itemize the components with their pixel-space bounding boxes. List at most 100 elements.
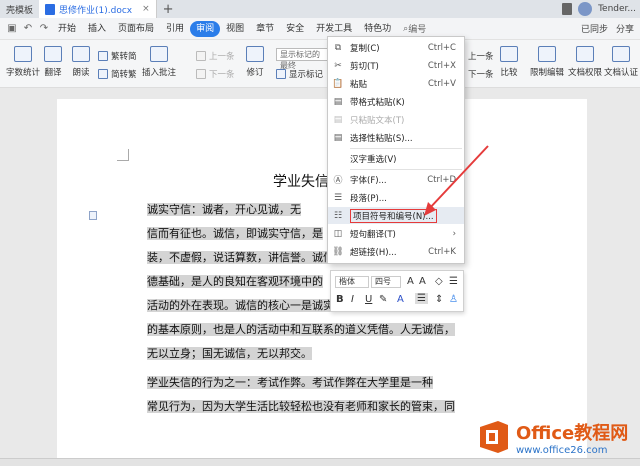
watermark: Office教程网 www.office26.com xyxy=(476,414,636,460)
para-1-line-6: 的基本原则，也是人的活动中和互联系的道义凭借。人无诚信， xyxy=(147,318,455,342)
new-tab-button[interactable]: + xyxy=(163,2,174,17)
tab-document[interactable]: 思修作业(1).docx × xyxy=(39,0,157,18)
user-name[interactable]: Tender... xyxy=(598,4,636,14)
revise-icon xyxy=(246,46,264,62)
size-select[interactable]: 四号 xyxy=(371,276,401,288)
tab-template[interactable]: 壳模板 xyxy=(0,0,39,18)
tab-template-label: 壳模板 xyxy=(6,5,34,16)
para-2-line-1: 学业失信的行为之一：考试作弊。考试作弊在大学里是一种 xyxy=(147,371,433,395)
simp-to-trad-button[interactable]: 简转繁 xyxy=(98,68,137,80)
word-count-button[interactable]: 字数统计 xyxy=(6,46,40,78)
font-select[interactable]: 楷体 xyxy=(335,276,369,288)
doc-rights-icon xyxy=(576,46,594,62)
word-count-label: 字数统计 xyxy=(6,68,41,78)
menu-view[interactable]: 视图 xyxy=(220,21,250,37)
trad-to-simp-button[interactable]: 繁转简 xyxy=(98,50,137,62)
underline-button[interactable]: U xyxy=(365,294,372,305)
compare-icon xyxy=(500,46,518,62)
menu-paste-label: 粘贴 xyxy=(350,79,368,90)
menu-copy[interactable]: ⧉ 复制(C) Ctrl+C xyxy=(328,39,464,56)
doc-cert-icon xyxy=(612,46,630,62)
cut-icon: ✂ xyxy=(334,60,342,71)
next-label: 下一条 xyxy=(209,70,235,80)
next-change-button[interactable]: 下一条 xyxy=(468,68,494,80)
paste-text-icon: ▤ xyxy=(333,114,343,125)
read-aloud-button[interactable]: 朗读 xyxy=(72,46,90,78)
doc-line: 学业失信的行为之一：考试作弊。考试作弊在大学里是一种 xyxy=(147,376,433,389)
menu-sections[interactable]: 章节 xyxy=(250,21,280,37)
paste-icon: 📋 xyxy=(332,78,344,89)
word-doc-icon xyxy=(45,3,56,15)
menu-short-translate[interactable]: ◫ 短句翻译(T) › xyxy=(328,225,464,242)
doc-rights-button[interactable]: 文档权限 xyxy=(568,46,602,78)
show-markup-label: 显示标记 xyxy=(289,70,324,80)
save-icon[interactable]: ▣ xyxy=(6,23,18,35)
insert-comment-button[interactable]: 插入批注 xyxy=(142,46,176,78)
watermark-title: Office教程网 xyxy=(516,422,629,444)
show-markup-button[interactable]: 显示标记 xyxy=(276,68,323,80)
doc-line: 信而有征也。诚信，即诚实守信，是 xyxy=(147,227,323,240)
read-aloud-label: 朗读 xyxy=(72,68,90,78)
menu-cut-label: 剪切(T) xyxy=(350,61,379,72)
markup-select-value: 显示标记的最终 xyxy=(280,50,320,70)
revise-button[interactable]: 修订 xyxy=(246,46,264,78)
prev-icon xyxy=(196,51,206,61)
bold-button[interactable]: B xyxy=(336,294,344,305)
menu-hyperlink[interactable]: ⛓ 超链接(H)... Ctrl+K xyxy=(328,243,464,260)
menu-font-label: 字体(F)... xyxy=(350,175,387,186)
office-logo-icon xyxy=(476,419,512,455)
format-painter-icon[interactable]: ♙ xyxy=(449,294,458,305)
menu-references[interactable]: 引用 xyxy=(160,21,190,37)
translate-button[interactable]: 翻译 xyxy=(44,46,62,78)
avatar[interactable] xyxy=(578,2,593,16)
close-tab-icon[interactable]: × xyxy=(142,4,150,14)
document-title: 学业失信 xyxy=(273,174,329,190)
menu-paste[interactable]: 📋 粘贴 Ctrl+V xyxy=(328,75,464,92)
next-comment-button[interactable]: 下一条 xyxy=(196,68,235,80)
spacing-icon[interactable]: ☰ xyxy=(449,276,458,287)
menu-security[interactable]: 安全 xyxy=(280,21,310,37)
clear-format-icon[interactable]: ◇ xyxy=(435,276,443,287)
font-color-icon[interactable]: A xyxy=(397,294,404,305)
menu-cut[interactable]: ✂ 剪切(T) Ctrl+X xyxy=(328,57,464,74)
align-center-icon[interactable]: ☰ xyxy=(415,293,428,304)
prev-change-button[interactable]: 上一条 xyxy=(468,50,494,62)
menu-paste-text-label: 只粘贴文本(T) xyxy=(350,115,405,126)
menu-features[interactable]: 特色功 xyxy=(358,21,397,37)
menu-paste-text[interactable]: ▤ 只粘贴文本(T) xyxy=(328,111,464,128)
increase-font-icon[interactable]: A xyxy=(407,276,414,287)
decrease-font-icon[interactable]: A xyxy=(419,276,426,287)
search-input[interactable]: ⌕ 编号 xyxy=(403,22,427,36)
menu-bar: ▣ ↶ ↷ 开始 插入 页面布局 引用 审阅 视图 章节 安全 开发工具 特色功… xyxy=(0,18,640,40)
restrict-edit-button[interactable]: 限制编辑 xyxy=(530,46,564,78)
paragraph-handle-icon[interactable] xyxy=(89,211,97,220)
menu-insert[interactable]: 插入 xyxy=(82,21,112,37)
italic-button[interactable]: I xyxy=(351,294,354,305)
menu-right: 已同步 分享 xyxy=(581,22,634,35)
tab-document-label: 思修作业(1).docx xyxy=(59,5,133,16)
menu-start[interactable]: 开始 xyxy=(52,21,82,37)
para-1-line-2: 信而有征也。诚信，即诚实守信，是 xyxy=(147,222,323,246)
undo-icon[interactable]: ↶ xyxy=(22,23,34,35)
compare-button[interactable]: 比较 xyxy=(500,46,518,78)
menu-page-layout[interactable]: 页面布局 xyxy=(112,21,160,37)
revise-label: 修订 xyxy=(246,68,264,78)
share-button[interactable]: 分享 xyxy=(616,22,634,35)
ribbon-toolbar: 字数统计 翻译 朗读 繁转简 简转繁 插入批注 上一条 下一条 修订 显示标记的… xyxy=(0,40,640,88)
window-icon[interactable] xyxy=(562,3,573,15)
menu-developer[interactable]: 开发工具 xyxy=(310,21,358,37)
watermark-url: www.office26.com xyxy=(516,444,608,456)
document-page[interactable]: 学业失信 诚实守信：诚者，开心见诚，无 信而有征也。诚信，即诚实守信，是 装，不… xyxy=(57,99,587,466)
sync-status[interactable]: 已同步 xyxy=(581,22,608,35)
document-area[interactable]: 学业失信 诚实守信：诚者，开心见诚，无 信而有征也。诚信，即诚实守信，是 装，不… xyxy=(0,88,640,466)
line-spacing-icon[interactable]: ⇕ xyxy=(435,294,443,305)
prev-comment-button[interactable]: 上一条 xyxy=(196,50,235,62)
highlight-icon[interactable]: ✎ xyxy=(379,294,387,305)
markup-select[interactable]: 显示标记的最终 xyxy=(276,48,328,70)
doc-cert-button[interactable]: 文档认证 xyxy=(604,46,638,78)
para-2-line-2: 常见行为，因为大学生活比较轻松也没有老师和家长的管束，同 xyxy=(147,395,455,419)
menu-paste-formatted[interactable]: ▤ 带格式粘贴(K) xyxy=(328,93,464,110)
redo-icon[interactable]: ↷ xyxy=(38,23,50,35)
menu-review[interactable]: 审阅 xyxy=(190,20,221,37)
search-text: 编号 xyxy=(408,25,427,35)
